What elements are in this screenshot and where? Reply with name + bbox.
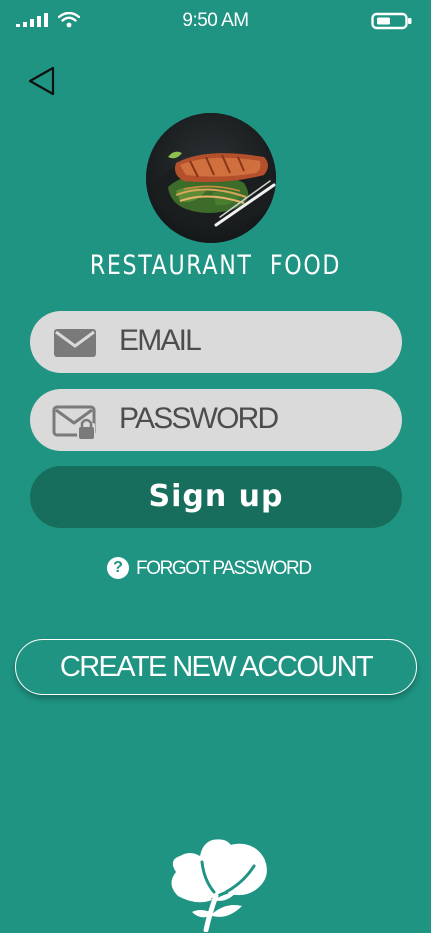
status-time: 9:50 AM (182, 10, 249, 31)
leaf-logo-icon (171, 839, 267, 932)
email-field[interactable]: EMAIL (30, 311, 402, 373)
app-name: RESTAURANT FOOD (89, 250, 342, 281)
password-field[interactable]: PASSWORD (30, 389, 402, 451)
food-photo (146, 113, 276, 243)
salmon-dish-image (146, 113, 276, 243)
email-label: EMAIL (119, 324, 202, 357)
password-label: PASSWORD (119, 402, 279, 435)
question-circle-icon: ? (107, 557, 129, 579)
back-button[interactable] (24, 62, 64, 100)
create-account-button[interactable]: CREATE NEW ACCOUNT (15, 639, 417, 695)
back-triangle-icon (28, 66, 55, 96)
envelope-icon (54, 329, 96, 357)
status-bar: 9:50 AM (0, 0, 431, 44)
signup-button[interactable]: Sign up (30, 466, 402, 528)
envelope-lock-icon (52, 405, 96, 439)
forgot-password-label: FORGOT PASSWORD (136, 558, 312, 579)
battery-icon (371, 12, 412, 30)
